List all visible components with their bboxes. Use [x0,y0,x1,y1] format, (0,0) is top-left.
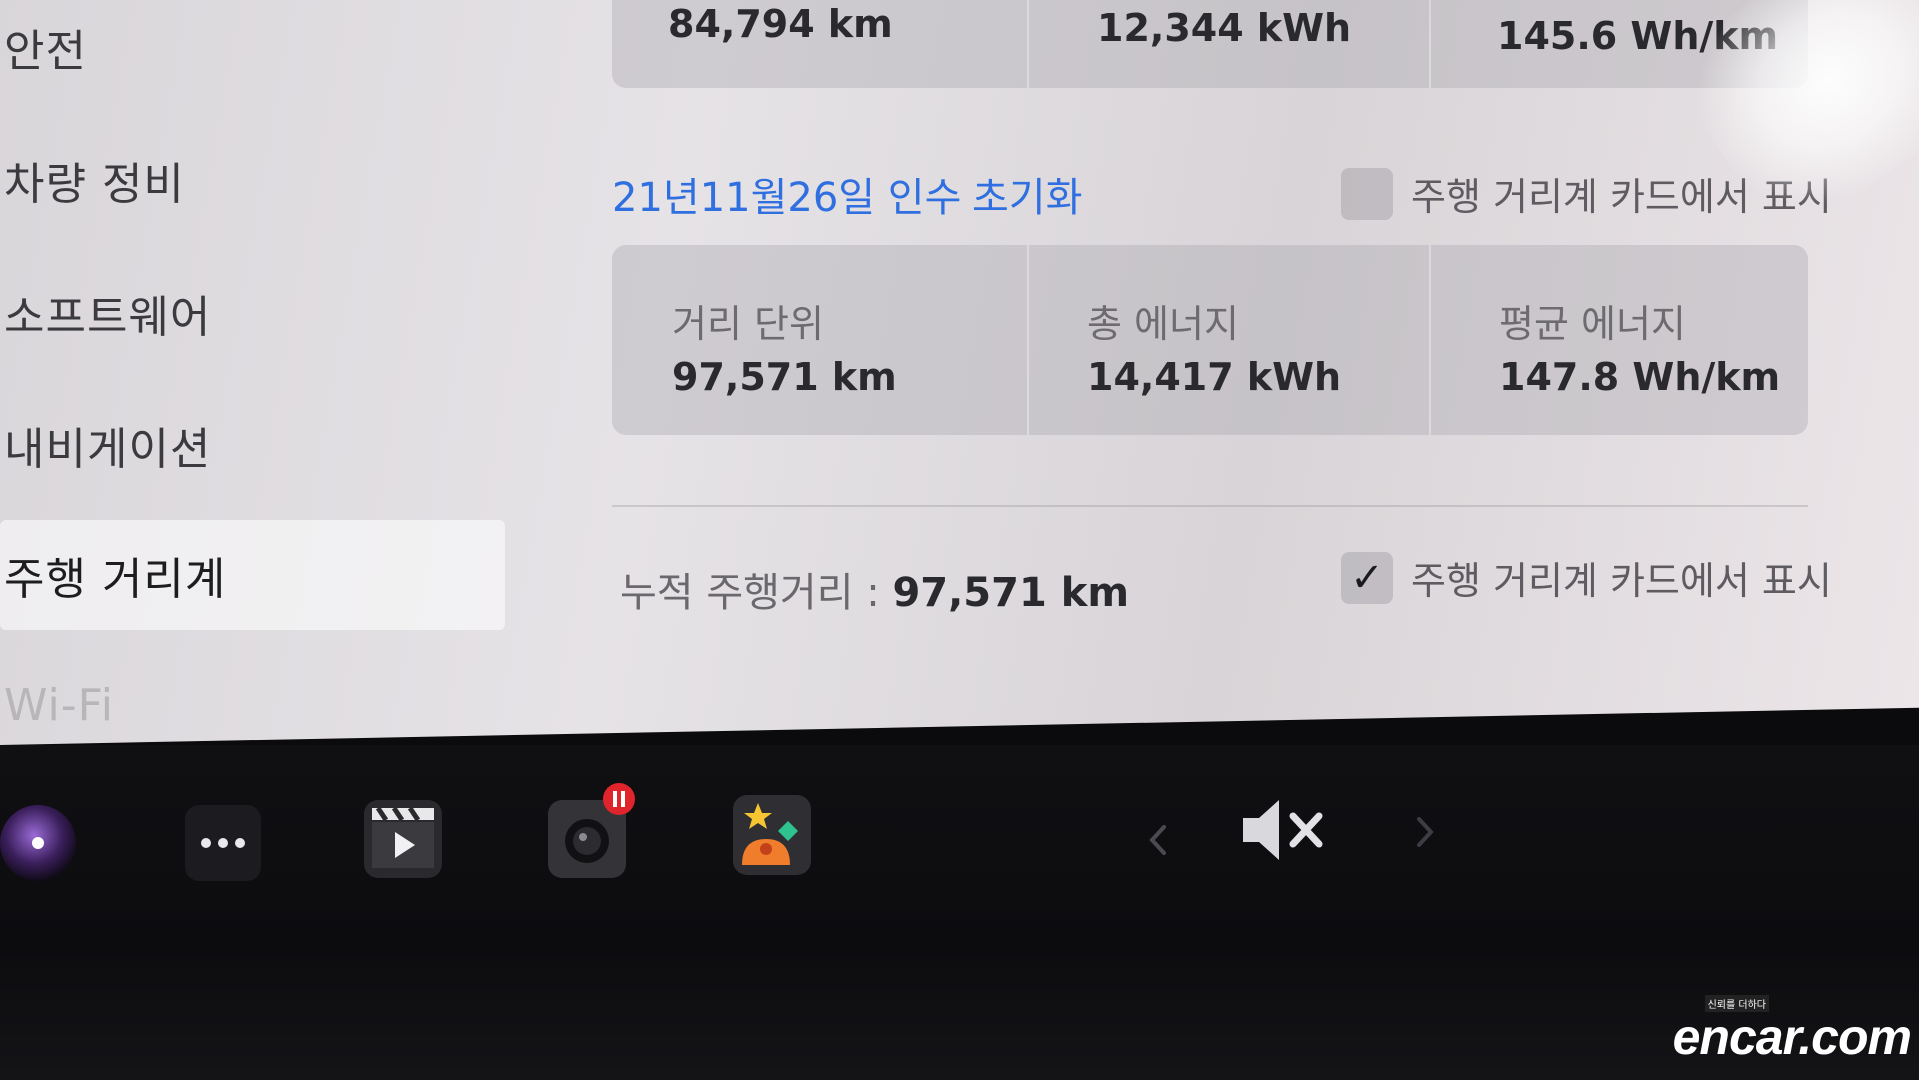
odometer-value: 97,571 km [892,570,1129,616]
stat-energy: 총 에너지 14,417 kWh [1027,245,1429,435]
stat-distance: 84,794 km [612,0,1027,88]
checkmark-icon: ✓ [1350,554,1384,601]
chevron-left-icon[interactable] [1138,815,1178,865]
checkbox[interactable] [1341,167,1393,220]
chevron-left-icon-svg [1149,825,1166,855]
sidebar-item-label: 주행 거리계 [4,554,227,605]
show-on-card-toggle-2[interactable]: ✓ 주행 거리계 카드에서 표시 [1341,550,1832,605]
checkbox-label: 주행 거리계 카드에서 표시 [1411,559,1832,603]
distance-label: 거리 단위 [672,302,824,346]
trip-since-date: 21년11월26일 인수 [612,175,962,221]
sidebar-item-safety[interactable]: 안전 [0,0,505,102]
sidebar-item-label: 차량 정비 [4,159,185,210]
stat-distance: 거리 단위 97,571 km [612,245,1027,435]
dashcam-lens-icon [565,819,609,863]
sidebar-item-label: 소프트웨어 [4,292,212,343]
sidebar-item-software[interactable]: 소프트웨어 [0,258,505,368]
encar-watermark: encar.com [1672,1009,1912,1065]
sidebar-item-wifi[interactable]: Wi-Fi [0,650,505,745]
stat-avg: 평균 에너지 147.8 Wh/km [1429,245,1808,435]
screen: 안전 차량 정비 소프트웨어 내비게이션 주행 거리계 Wi-Fi 84,794… [0,0,1919,1080]
sidebar-item-label: Wi-Fi [4,679,114,731]
distance-value: 97,571 km [672,355,897,399]
odometer-label: 누적 주행거리 : [620,570,880,616]
sidebar-item-label: 안전 [4,26,87,77]
sidebar-item-service[interactable]: 차량 정비 [0,125,505,235]
lens-dot-icon [32,837,44,849]
trip-card-previous: 84,794 km 12,344 kWh 145.6 Wh/km [612,0,1808,88]
avg-energy-label: 평균 에너지 [1499,302,1686,346]
theater-icon[interactable] [364,800,442,878]
reset-button[interactable]: 초기화 [972,165,1082,223]
energy-label: 총 에너지 [1087,302,1239,346]
speaker-mute-icon [1243,800,1323,860]
volume-muted-icon[interactable] [1235,790,1335,870]
toybox-shapes-icon [742,803,798,865]
odometer-row: 누적 주행거리 : 97,571 km [620,560,1129,618]
toybox-icon[interactable] [733,795,811,875]
sidebar-item-label: 내비게이션 [4,424,212,475]
settings-sidebar: 안전 차량 정비 소프트웨어 내비게이션 주행 거리계 Wi-Fi [0,0,505,745]
more-icon[interactable] [185,805,261,881]
section-divider [612,505,1808,507]
checkbox-checked[interactable]: ✓ [1341,551,1393,604]
distance-value: 84,794 km [668,2,893,46]
settings-panel: 안전 차량 정비 소프트웨어 내비게이션 주행 거리계 Wi-Fi 84,794… [0,0,1919,745]
taskbar: 신뢰를 더하다 encar.com [0,745,1919,1080]
sidebar-item-navigation[interactable]: 내비게이션 [0,390,505,500]
dots-icon [201,838,245,848]
clapperboard-icon [372,806,434,868]
sidebar-item-trips[interactable]: 주행 거리계 [0,520,505,630]
stat-energy: 12,344 kWh [1027,0,1429,88]
energy-value: 12,344 kWh [1097,6,1352,50]
pause-icon [613,791,625,807]
energy-value: 14,417 kWh [1087,355,1342,399]
dashcam-record-badge [603,783,635,815]
chevron-right-icon[interactable] [1405,807,1445,857]
camera-icon[interactable] [0,805,76,881]
trip-card-since-delivery: 거리 단위 97,571 km 총 에너지 14,417 kWh 평균 에너지 … [612,245,1808,435]
avg-energy-value: 147.8 Wh/km [1499,355,1781,399]
chevron-right-icon-svg [1417,817,1434,847]
